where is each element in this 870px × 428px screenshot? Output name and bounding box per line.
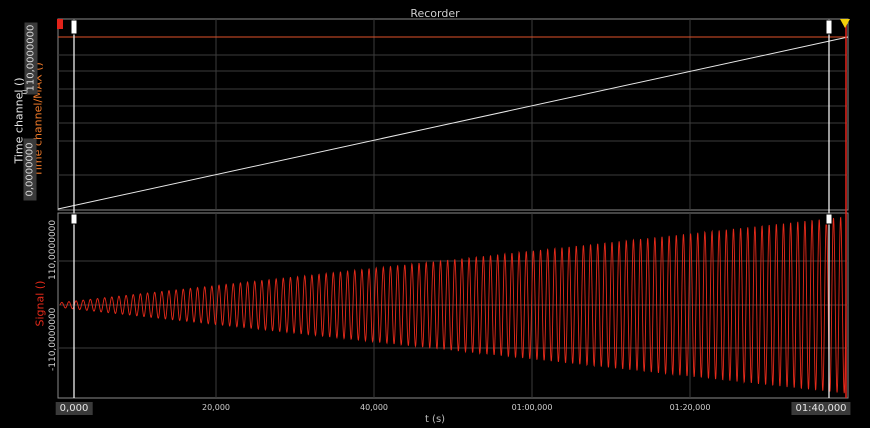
bottom-tick-max: 110,0000000 [48, 219, 58, 280]
top-panel-frame [57, 18, 849, 211]
signal-axis-label: Signal () [33, 280, 47, 327]
bottom-tick-min: -110,0000000 [48, 307, 58, 371]
x-tick-1: 20,000 [202, 403, 230, 412]
x-tick-3: 01:00,000 [511, 403, 553, 412]
cursor-handle[interactable] [825, 213, 833, 225]
start-marker-icon[interactable] [57, 19, 63, 29]
top-tick-max-small: 0, [20, 86, 30, 95]
cursor-handle[interactable] [825, 19, 833, 35]
cursor-handle[interactable] [70, 19, 78, 35]
signal-trace [59, 216, 847, 394]
recorder-plot[interactable] [0, 0, 870, 428]
x-tick-4: 01:20,000 [669, 403, 711, 412]
x-tick-2: 40,000 [360, 403, 388, 412]
cursor-handle[interactable] [70, 213, 78, 225]
x-axis-title: t (s) [424, 414, 446, 425]
top-tick-min: 0,0000000 [23, 138, 37, 201]
